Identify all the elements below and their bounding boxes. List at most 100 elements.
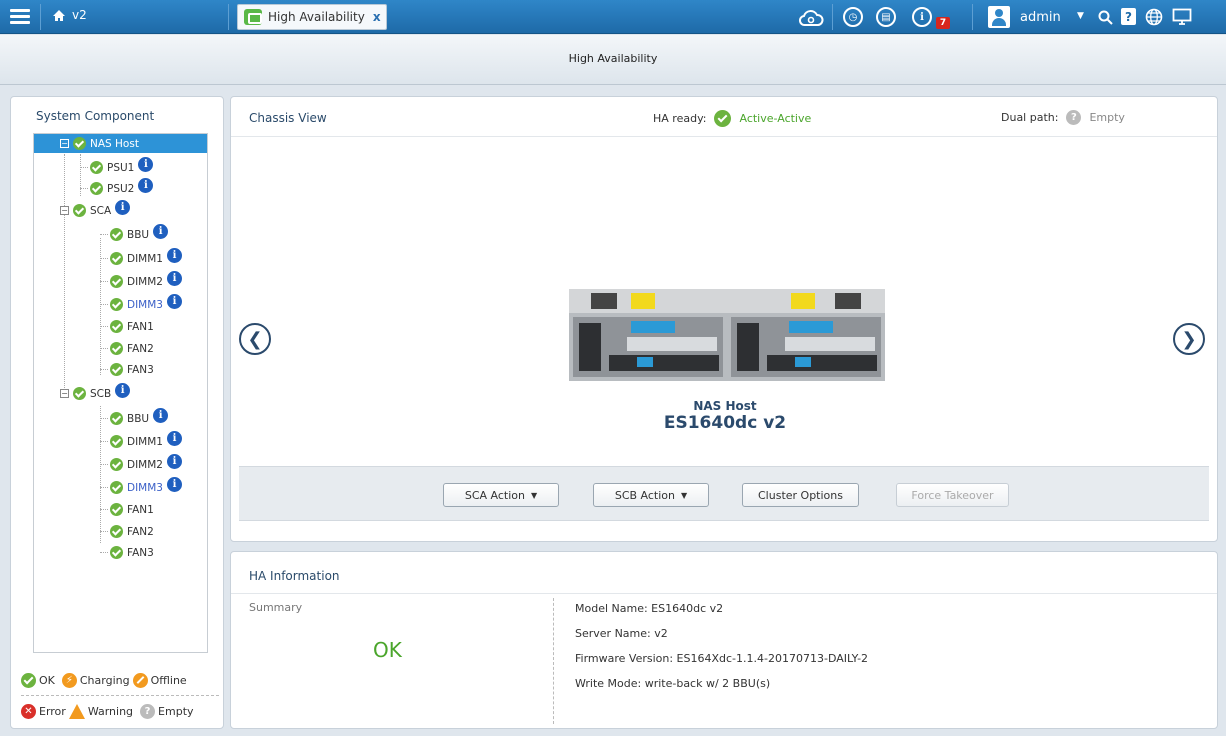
tree-node-sca-dimm2[interactable]: DIMM2 i [100, 271, 182, 291]
tree-node-scb-dimm3[interactable]: DIMM3 i [100, 477, 182, 497]
help-icon[interactable]: ? [1121, 8, 1136, 25]
legend-charging-label: Charging [79, 673, 130, 687]
cluster-options-button[interactable]: Cluster Options [742, 483, 859, 507]
error-icon: ✕ [21, 703, 36, 719]
tree-node-label: DIMM2 [127, 275, 163, 288]
system-component-panel: System Component − NAS Host PSU1 i PSU2 … [10, 96, 224, 729]
cloud-icon[interactable] [798, 8, 824, 28]
panel-heading: HA Information [249, 569, 340, 583]
background-task-icon[interactable]: ◷ [843, 7, 863, 27]
home-button[interactable]: v2 [52, 8, 87, 22]
tree-node-label: FAN3 [127, 363, 154, 376]
info-icon[interactable]: i [166, 294, 182, 309]
ok-status-icon [714, 110, 732, 127]
sca-action-button[interactable]: SCA Action ▼ [443, 483, 559, 507]
tree-node-scb-bbu[interactable]: BBU i [100, 408, 169, 428]
tree-node-scb-fan2[interactable]: FAN2 [100, 522, 154, 541]
ok-status-icon [110, 546, 123, 559]
ha-information-panel: HA Information Summary OK Model Name: ES… [230, 551, 1218, 729]
tree-node-sca-fan2[interactable]: FAN2 [100, 339, 154, 358]
tab-close-icon[interactable]: x [373, 10, 381, 24]
component-tree: − NAS Host PSU1 i PSU2 i − SCA i BBU i D… [33, 133, 208, 653]
tree-node-scb-dimm1[interactable]: DIMM1 i [100, 431, 182, 451]
notification-count-badge: 7 [936, 17, 950, 29]
search-icon[interactable] [1098, 10, 1113, 25]
collapse-icon[interactable]: − [60, 139, 69, 148]
ok-status-icon [90, 161, 103, 174]
tree-node-scb-fan1[interactable]: FAN1 [100, 500, 154, 519]
legend-empty-label: Empty [158, 704, 194, 718]
tree-node-psu2[interactable]: PSU2 i [80, 178, 154, 198]
ok-status-icon [73, 137, 86, 150]
event-notification-icon[interactable]: i [912, 7, 932, 27]
tree-node-label: DIMM1 [127, 435, 163, 448]
info-icon[interactable]: i [166, 248, 182, 263]
ha-details: Model Name: ES1640dc v2 Server Name: v2 … [575, 602, 868, 702]
tree-node-scb-fan3[interactable]: FAN3 [100, 543, 154, 562]
info-icon[interactable]: i [115, 383, 131, 398]
main-menu-icon[interactable] [10, 7, 30, 27]
info-icon[interactable]: i [153, 224, 169, 239]
language-globe-icon[interactable] [1145, 8, 1163, 26]
info-icon[interactable]: i [138, 157, 154, 172]
ok-status-icon [110, 412, 123, 425]
ok-status-icon [110, 525, 123, 538]
tree-node-label: FAN1 [127, 320, 154, 333]
info-icon[interactable]: i [115, 200, 131, 215]
collapse-icon[interactable]: − [60, 389, 69, 398]
info-icon[interactable]: i [166, 477, 182, 492]
tree-node-sca-fan3[interactable]: FAN3 [100, 360, 154, 379]
top-bar: v2 High Availability x ◷ ▤ i 7 admin ▼ ? [0, 0, 1226, 34]
tree-node-sca[interactable]: − SCA i [60, 200, 131, 220]
info-icon[interactable]: i [153, 408, 169, 423]
model-name: Model Name: ES1640dc v2 [575, 602, 724, 615]
username[interactable]: admin [1020, 10, 1061, 25]
info-icon[interactable]: i [166, 431, 182, 446]
tree-node-scb[interactable]: − SCB i [60, 383, 131, 403]
force-takeover-button[interactable]: Force Takeover [896, 483, 1009, 507]
dual-path-label: Dual path: [1001, 111, 1059, 124]
divider [553, 598, 554, 724]
ok-icon [21, 672, 36, 688]
panel-heading: Chassis View [249, 111, 327, 125]
ok-status-icon [110, 320, 123, 333]
empty-status-icon: ? [1066, 110, 1082, 125]
previous-arrow-icon[interactable]: ❮ [239, 323, 271, 355]
tree-node-nas-host[interactable]: − NAS Host [34, 134, 207, 153]
tree-node-label: BBU [127, 412, 150, 425]
tree-node-sca-dimm1[interactable]: DIMM1 i [100, 248, 182, 268]
external-device-icon[interactable]: ▤ [876, 7, 896, 27]
ok-status-icon [110, 363, 123, 376]
tree-node-sca-dimm3[interactable]: DIMM3 i [100, 294, 182, 314]
tree-node-label: FAN1 [127, 503, 154, 516]
user-menu-chevron-down-icon[interactable]: ▼ [1077, 11, 1084, 21]
tree-node-label: DIMM2 [127, 458, 163, 471]
ok-status-icon [110, 252, 123, 265]
tab-high-availability[interactable]: High Availability x [237, 4, 387, 30]
server-name: Server Name: v2 [575, 627, 668, 640]
info-icon[interactable]: i [166, 454, 182, 469]
user-avatar[interactable] [988, 6, 1010, 28]
tree-node-label: SCB [90, 387, 112, 400]
tree-line [64, 154, 65, 394]
tree-node-scb-dimm2[interactable]: DIMM2 i [100, 454, 182, 474]
tree-node-label: DIMM3 [127, 298, 163, 311]
desktop-monitor-icon[interactable] [1172, 8, 1192, 26]
tree-node-sca-bbu[interactable]: BBU i [100, 224, 169, 244]
dropdown-caret-icon: ▼ [681, 490, 688, 500]
tree-node-label: BBU [127, 228, 150, 241]
button-label: SCA Action [464, 488, 525, 502]
collapse-icon[interactable]: − [60, 206, 69, 215]
info-icon[interactable]: i [138, 178, 154, 193]
offline-icon [132, 672, 148, 688]
tree-node-psu1[interactable]: PSU1 i [80, 157, 154, 177]
legend-warning-label: Warning [87, 704, 134, 718]
tree-node-label: FAN2 [127, 342, 154, 355]
scb-action-button[interactable]: SCB Action ▼ [593, 483, 709, 507]
next-arrow-icon[interactable]: ❯ [1173, 323, 1205, 355]
divider [972, 4, 973, 30]
divider [228, 4, 229, 30]
tree-node-sca-fan1[interactable]: FAN1 [100, 317, 154, 336]
button-label: Force Takeover [911, 488, 994, 502]
info-icon[interactable]: i [166, 271, 182, 286]
